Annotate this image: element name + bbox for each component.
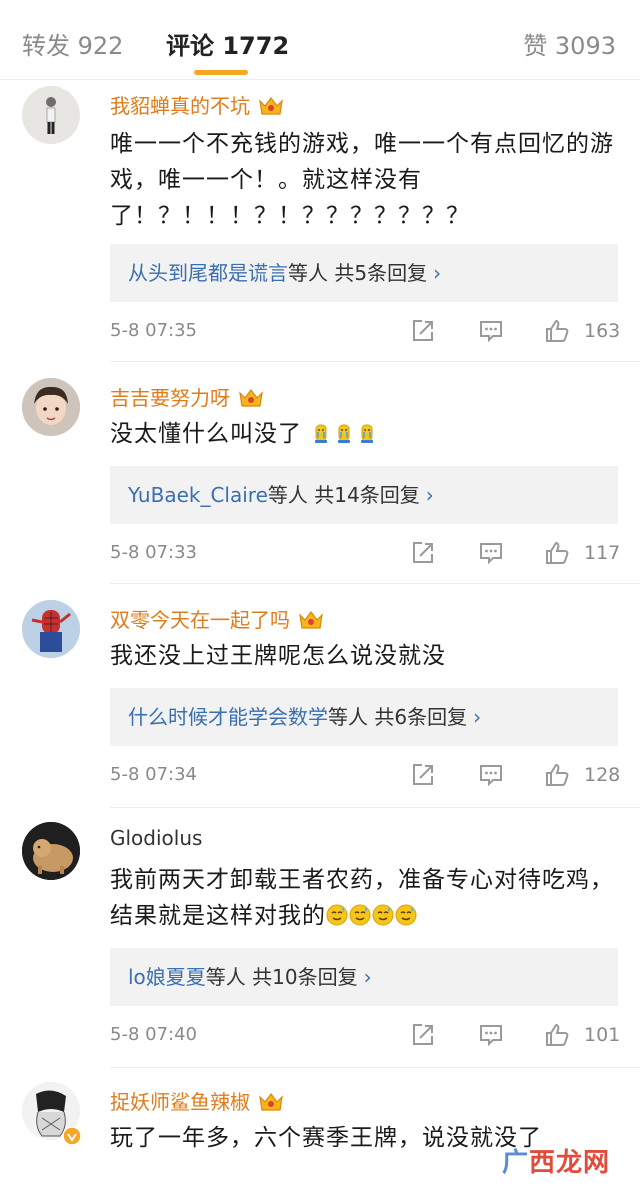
vip-crown-icon bbox=[258, 95, 284, 117]
avatar[interactable] bbox=[22, 378, 80, 436]
thumbs-up-icon[interactable] bbox=[544, 762, 570, 788]
sweat-smile-emoji-icon bbox=[372, 904, 394, 926]
crying-emoji-icon bbox=[333, 422, 355, 444]
replies-preview[interactable]: 什么时候才能学会数学等人 共6条回复 › bbox=[110, 688, 618, 746]
comment-text: 我还没上过王牌呢怎么说没就没 bbox=[110, 643, 446, 669]
comment-meta: 5-8 07:33 117 bbox=[110, 540, 620, 570]
comment-text: 唯一一个不充钱的游戏，唯一一个有点回忆的游戏，唯一一个！。就这样没有了！？！！！… bbox=[110, 131, 614, 229]
vip-crown-icon bbox=[258, 1091, 284, 1113]
watermark-text: 西龙网 bbox=[528, 1148, 610, 1178]
share-icon[interactable] bbox=[410, 1022, 436, 1048]
tab-likes[interactable]: 赞 3093 bbox=[523, 26, 616, 61]
reply-author-link[interactable]: lo娘夏夏 bbox=[128, 965, 206, 989]
sweat-smile-emoji-icon bbox=[326, 904, 348, 926]
comment-text-body: 没太懂什么叫没了 bbox=[110, 421, 302, 447]
username-text[interactable]: 我貂蝉真的不坑 bbox=[110, 94, 250, 118]
avatar[interactable] bbox=[22, 86, 80, 144]
username-text[interactable]: 捉妖师鲨鱼辣椒 bbox=[110, 1090, 250, 1114]
verified-badge-icon bbox=[62, 1126, 82, 1146]
comment-text: 我前两天才卸载王者农药，准备专心对待吃鸡，结果就是这样对我的 bbox=[110, 862, 620, 934]
vip-crown-icon bbox=[238, 387, 264, 409]
comment-meta: 5-8 07:40 101 bbox=[110, 1022, 620, 1052]
replies-preview[interactable]: YuBaek_Claire等人 共14条回复 › bbox=[110, 466, 618, 524]
username[interactable]: 我貂蝉真的不坑 bbox=[110, 90, 284, 119]
crying-emoji-icon bbox=[356, 422, 378, 444]
comment-item: 双零今天在一起了吗 我还没上过王牌呢怎么说没就没 什么时候才能学会数学等人 共6… bbox=[0, 584, 640, 808]
timestamp: 5-8 07:35 bbox=[110, 320, 197, 341]
timestamp: 5-8 07:33 bbox=[110, 542, 197, 563]
comment-meta: 5-8 07:34 128 bbox=[110, 762, 620, 792]
comment-item: 吉吉要努力呀 没太懂什么叫没了 YuBaek_Claire等人 共14条回复 › … bbox=[0, 362, 640, 584]
timestamp: 5-8 07:40 bbox=[110, 1024, 197, 1045]
comment-meta: 5-8 07:35 163 bbox=[110, 318, 620, 348]
like-count: 128 bbox=[584, 764, 621, 786]
comment-icon[interactable] bbox=[478, 1022, 504, 1048]
chevron-right-icon: › bbox=[425, 483, 434, 507]
username[interactable]: 捉妖师鲨鱼辣椒 bbox=[110, 1086, 284, 1115]
comment-item: 我貂蝉真的不坑 唯一一个不充钱的游戏，唯一一个有点回忆的游戏，唯一一个！。就这样… bbox=[0, 80, 640, 362]
tab-comments[interactable]: 评论 1772 bbox=[166, 26, 289, 61]
avatar[interactable] bbox=[22, 822, 80, 880]
share-icon[interactable] bbox=[410, 762, 436, 788]
username[interactable]: Glodiolus bbox=[110, 826, 202, 850]
reply-count: 等人 共10条回复 bbox=[205, 965, 358, 989]
username-text[interactable]: 双零今天在一起了吗 bbox=[110, 608, 290, 632]
share-icon[interactable] bbox=[410, 318, 436, 344]
reply-count: 等人 共5条回复 bbox=[288, 261, 428, 285]
sweat-smile-emoji-icon bbox=[395, 904, 417, 926]
vip-crown-icon bbox=[298, 609, 324, 631]
username[interactable]: 双零今天在一起了吗 bbox=[110, 604, 324, 633]
like-count: 101 bbox=[584, 1024, 621, 1046]
chevron-right-icon: › bbox=[363, 965, 372, 989]
comment-item: Glodiolus 我前两天才卸载王者农药，准备专心对待吃鸡，结果就是这样对我的… bbox=[0, 808, 640, 1068]
reply-author-link[interactable]: 什么时候才能学会数学 bbox=[128, 705, 328, 729]
reply-author-link[interactable]: 从头到尾都是谎言 bbox=[128, 261, 288, 285]
like-count: 163 bbox=[584, 320, 621, 342]
reply-count: 等人 共6条回复 bbox=[328, 705, 468, 729]
comment-text: 没太懂什么叫没了 bbox=[110, 416, 620, 452]
thumbs-up-icon[interactable] bbox=[544, 318, 570, 344]
watermark-mark: 广 bbox=[501, 1148, 529, 1178]
timestamp: 5-8 07:34 bbox=[110, 764, 197, 785]
replies-preview[interactable]: 从头到尾都是谎言等人 共5条回复 › bbox=[110, 244, 618, 302]
comment-icon[interactable] bbox=[478, 540, 504, 566]
username-text[interactable]: 吉吉要努力呀 bbox=[110, 386, 230, 410]
reply-count: 等人 共14条回复 bbox=[267, 483, 420, 507]
tab-bar: 转发 922 评论 1772 赞 3093 bbox=[0, 0, 640, 80]
tab-repost[interactable]: 转发 922 bbox=[22, 26, 123, 61]
crying-emoji-icon bbox=[310, 422, 332, 444]
sweat-smile-emoji-icon bbox=[349, 904, 371, 926]
username-text[interactable]: Glodiolus bbox=[110, 826, 202, 850]
comment-icon[interactable] bbox=[478, 318, 504, 344]
chevron-right-icon: › bbox=[433, 261, 442, 285]
replies-preview[interactable]: lo娘夏夏等人 共10条回复 › bbox=[110, 948, 618, 1006]
avatar[interactable] bbox=[22, 600, 80, 658]
like-count: 117 bbox=[584, 542, 621, 564]
active-tab-indicator bbox=[194, 70, 248, 75]
thumbs-up-icon[interactable] bbox=[544, 540, 570, 566]
site-watermark: 广西龙网 bbox=[502, 1142, 610, 1179]
thumbs-up-icon[interactable] bbox=[544, 1022, 570, 1048]
comment-icon[interactable] bbox=[478, 762, 504, 788]
share-icon[interactable] bbox=[410, 540, 436, 566]
reply-author-link[interactable]: YuBaek_Claire bbox=[128, 483, 268, 507]
chevron-right-icon: › bbox=[473, 705, 482, 729]
username[interactable]: 吉吉要努力呀 bbox=[110, 382, 264, 411]
